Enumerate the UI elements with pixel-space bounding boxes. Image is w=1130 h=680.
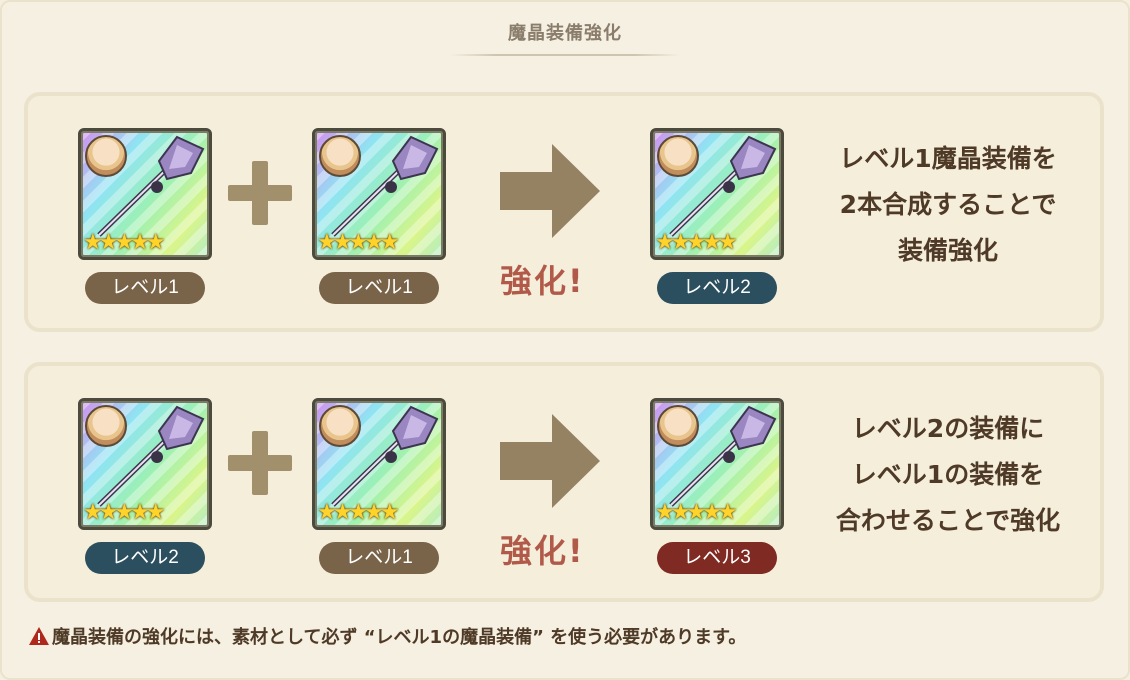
rarity-stars: ★★★★★: [317, 230, 400, 255]
rarity-stars: ★★★★★: [655, 500, 738, 525]
arrow-right-icon: [500, 144, 600, 238]
panel-1: ★★★★★ レベル1 ★★★★★ レベル1 強化! ★★★★★ レベル2 レベル…: [24, 92, 1104, 332]
panel-2: ★★★★★ レベル2 ★★★★★ レベル1 強化! ★★★★★ レベル3 レベル…: [24, 362, 1104, 602]
description-line: レベル1魔晶装備を: [839, 144, 1057, 173]
level-badge: レベル3: [657, 542, 777, 574]
title-underline: [450, 54, 680, 56]
description-line: 合わせることで強化: [835, 506, 1061, 535]
character-portrait: [319, 135, 361, 177]
equipment-card-2a[interactable]: ★★★★★: [78, 398, 212, 530]
character-portrait: [85, 405, 127, 447]
page-header: 魔晶装備強化: [0, 20, 1130, 60]
equipment-card-2b[interactable]: ★★★★★: [312, 398, 446, 530]
warning-text: 魔晶装備の強化には、素材として必ず “レベル1の魔晶装備” を使う必要があります…: [52, 627, 747, 648]
boost-label: 強化!: [500, 262, 585, 300]
level-badge: レベル1: [319, 542, 439, 574]
rarity-stars: ★★★★★: [83, 500, 166, 525]
character-portrait: [657, 135, 699, 177]
equipment-card-2-result[interactable]: ★★★★★: [650, 398, 784, 530]
warning-note: 魔晶装備の強化には、素材として必ず “レベル1の魔晶装備” を使う必要があります…: [28, 622, 1108, 654]
equipment-card-1a[interactable]: ★★★★★: [78, 128, 212, 260]
rarity-stars: ★★★★★: [655, 230, 738, 255]
warning-icon: [29, 627, 49, 645]
plus-icon: [228, 161, 292, 225]
level-badge: レベル1: [85, 272, 205, 304]
panel-2-description: レベル2の装備に レベル1の装備を 合わせることで強化: [798, 406, 1098, 544]
character-portrait: [319, 405, 361, 447]
level-badge: レベル2: [85, 542, 205, 574]
level-badge: レベル2: [657, 272, 777, 304]
page-title: 魔晶装備強化: [508, 23, 622, 44]
boost-label: 強化!: [500, 532, 585, 570]
description-line: 2本合成することで: [839, 190, 1057, 219]
description-line: レベル1の装備を: [851, 460, 1045, 489]
rarity-stars: ★★★★★: [317, 500, 400, 525]
panel-1-description: レベル1魔晶装備を 2本合成することで 装備強化: [798, 136, 1098, 274]
arrow-right-icon: [500, 414, 600, 508]
plus-icon: [228, 431, 292, 495]
description-line: 装備強化: [897, 236, 998, 265]
equipment-card-1b[interactable]: ★★★★★: [312, 128, 446, 260]
equipment-card-1-result[interactable]: ★★★★★: [650, 128, 784, 260]
level-badge: レベル1: [319, 272, 439, 304]
character-portrait: [657, 405, 699, 447]
character-portrait: [85, 135, 127, 177]
rarity-stars: ★★★★★: [83, 230, 166, 255]
description-line: レベル2の装備に: [851, 414, 1045, 443]
